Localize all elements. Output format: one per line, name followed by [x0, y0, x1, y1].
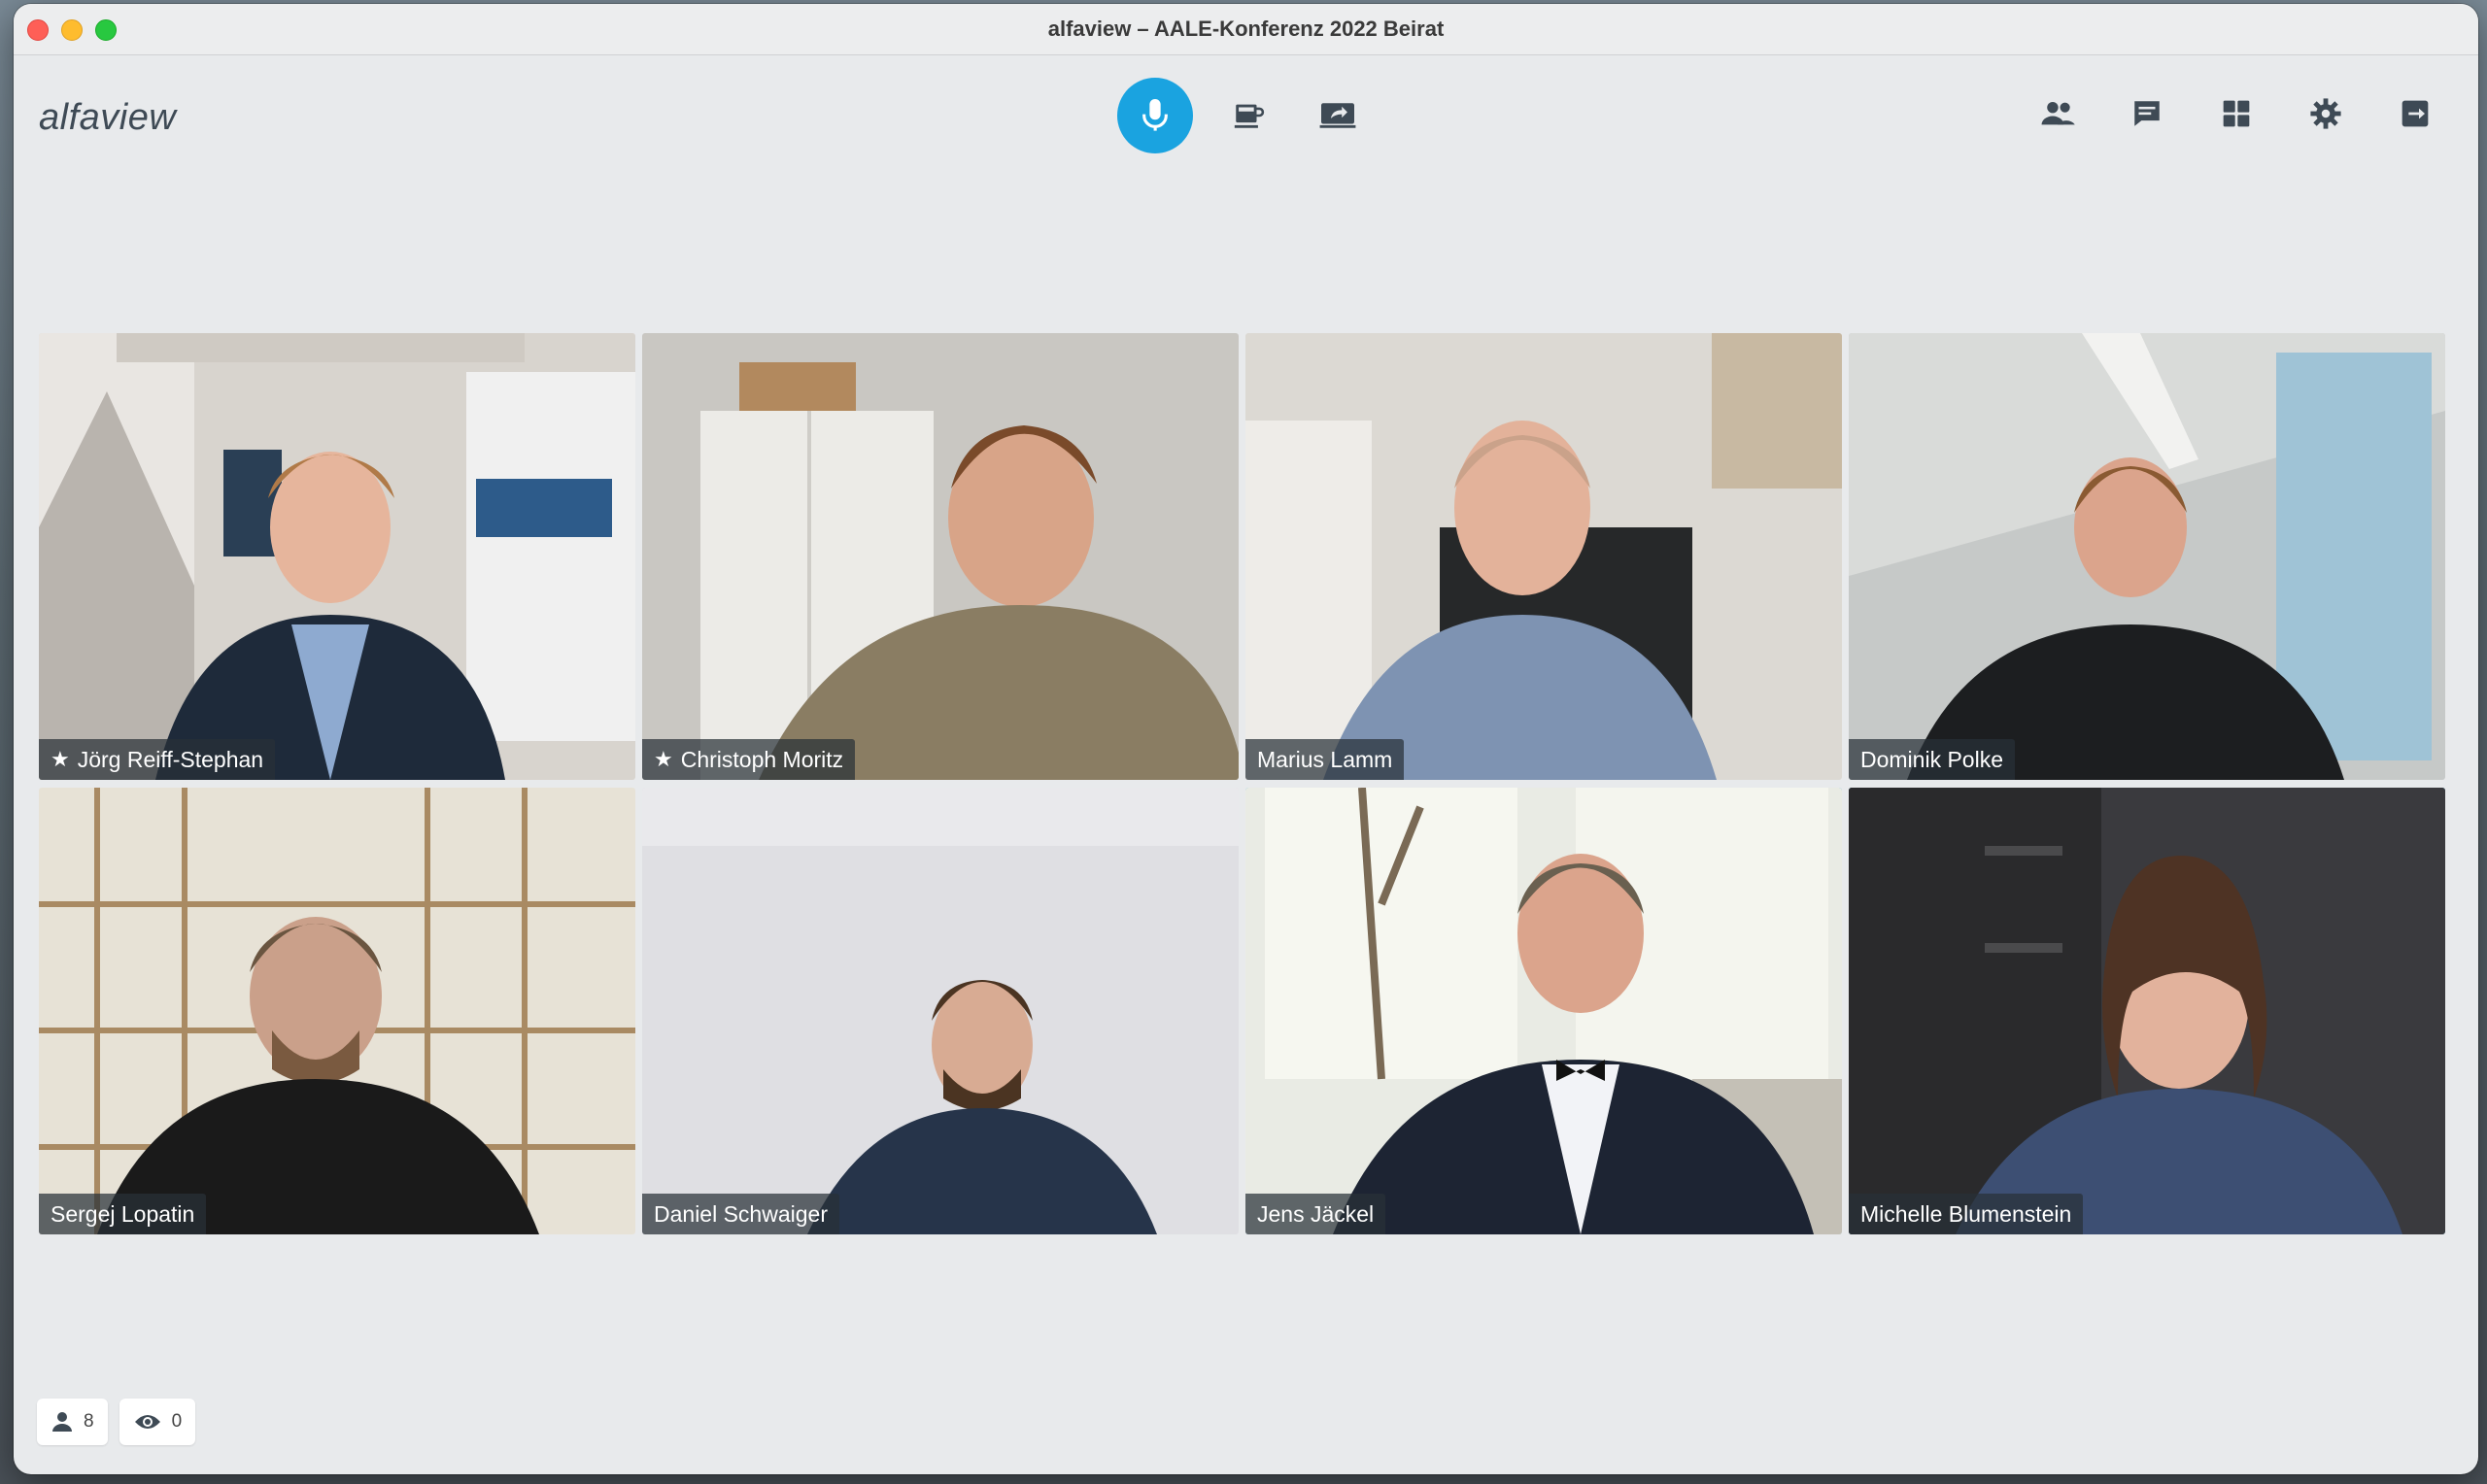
window-title: alfaview – AALE-Konferenz 2022 Beirat [1047, 17, 1445, 41]
participant-name-tag: ★ Jörg Reiff-Stephan [39, 739, 276, 780]
coffee-break-button[interactable] [1214, 82, 1282, 150]
minimize-window-button[interactable] [61, 19, 83, 41]
room-toolbar [2029, 85, 2443, 142]
participant-name: Michelle Blumenstein [1860, 1200, 2072, 1227]
participant-tile[interactable]: Michelle Blumenstein [1849, 788, 2445, 1234]
participant-video [1849, 333, 2445, 780]
close-window-button[interactable] [27, 19, 49, 41]
participant-video [39, 333, 635, 780]
person-icon [52, 1412, 72, 1432]
participant-name: Dominik Polke [1860, 746, 2003, 772]
participant-tile[interactable]: Jens Jäckel [1245, 788, 1842, 1234]
moderator-star-icon: ★ [51, 747, 70, 771]
participant-name-tag: ★ Christoph Moritz [642, 739, 856, 780]
participant-tile[interactable]: Daniel Schwaiger [642, 788, 1239, 1234]
eye-icon [134, 1415, 160, 1429]
media-toolbar [1117, 78, 1372, 153]
settings-gear-icon [2310, 98, 2341, 129]
participant-video [642, 788, 1239, 1234]
participant-name: Daniel Schwaiger [654, 1200, 828, 1227]
layout-grid-icon [2223, 100, 2250, 127]
viewer-count: 0 [171, 1411, 183, 1432]
window-controls [27, 19, 117, 41]
video-grid: ★ Jörg Reiff-Stephan ★ Christoph Moritz [39, 333, 2445, 1234]
participant-name: Christoph Moritz [680, 746, 844, 772]
participant-tile[interactable]: Sergej Lopatin [39, 788, 635, 1234]
screen-share-button[interactable] [1304, 82, 1372, 150]
chat-button[interactable] [2119, 85, 2175, 142]
participant-name-tag: Jens Jäckel [1245, 1194, 1386, 1234]
chat-icon [2134, 101, 2160, 126]
participant-name-tag: Sergej Lopatin [39, 1194, 207, 1234]
participant-tile[interactable]: Marius Lamm [1245, 333, 1842, 780]
title-bar: alfaview – AALE-Konferenz 2022 Beirat [14, 4, 2478, 55]
settings-button[interactable] [2298, 85, 2354, 142]
participant-video [1849, 788, 2445, 1234]
microphone-icon [1142, 99, 1168, 131]
participant-tile[interactable]: Dominik Polke [1849, 333, 2445, 780]
participant-name-tag: Marius Lamm [1245, 739, 1405, 780]
participant-tile[interactable]: ★ Jörg Reiff-Stephan [39, 333, 635, 780]
moderator-star-icon: ★ [654, 747, 673, 771]
screen-share-icon [1319, 103, 1356, 128]
participant-video [39, 788, 635, 1234]
participant-name-tag: Daniel Schwaiger [642, 1194, 839, 1234]
participant-video [1245, 333, 1842, 780]
participant-tile[interactable]: ★ Christoph Moritz [642, 333, 1239, 780]
participant-video [1245, 788, 1842, 1234]
participant-name: Sergej Lopatin [51, 1200, 195, 1227]
coffee-break-icon [1234, 104, 1265, 128]
participant-count: 8 [84, 1411, 94, 1432]
app-window: alfaview – AALE-Konferenz 2022 Beirat al… [14, 4, 2478, 1474]
app-logo: alfaview [39, 97, 177, 138]
participants-icon [2041, 101, 2075, 125]
leave-room-icon [2402, 100, 2429, 127]
microphone-button[interactable] [1117, 78, 1193, 153]
layout-button[interactable] [2208, 85, 2265, 142]
participant-name: Jens Jäckel [1257, 1200, 1375, 1227]
viewer-count-badge[interactable]: 0 [119, 1399, 196, 1445]
leave-room-button[interactable] [2387, 85, 2443, 142]
participant-name-tag: Dominik Polke [1849, 739, 2015, 780]
participant-video [642, 333, 1239, 780]
participant-name: Marius Lamm [1257, 746, 1393, 772]
maximize-window-button[interactable] [95, 19, 117, 41]
room-status-bar: 8 0 [37, 1399, 196, 1445]
participant-count-badge[interactable]: 8 [37, 1399, 108, 1445]
participants-button[interactable] [2029, 85, 2086, 142]
participant-name-tag: Michelle Blumenstein [1849, 1194, 2084, 1234]
participant-name: Jörg Reiff-Stephan [77, 746, 264, 772]
